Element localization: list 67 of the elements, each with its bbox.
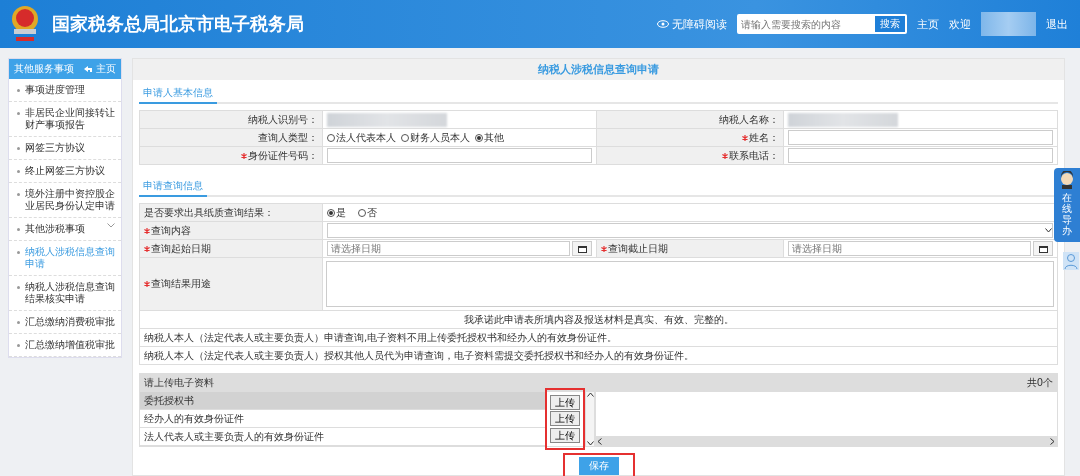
user-icon[interactable] bbox=[1063, 252, 1079, 270]
field-label: 姓名： bbox=[749, 130, 779, 145]
radio-option[interactable]: 法人代表本人 bbox=[327, 130, 396, 145]
upload-button[interactable]: 上传 bbox=[550, 411, 580, 427]
sidebar-item[interactable]: 汇总缴纳消费税审批 bbox=[9, 311, 121, 334]
page-title: 纳税人涉税信息查询申请 bbox=[133, 59, 1064, 80]
chevron-down-icon bbox=[107, 223, 115, 228]
field-label: 查询结果用途 bbox=[151, 277, 211, 291]
sidebar-item[interactable]: 终止网签三方协议 bbox=[9, 160, 121, 183]
eye-icon bbox=[657, 20, 669, 28]
radio-option[interactable]: 财务人员本人 bbox=[401, 130, 470, 145]
chevron-up-icon bbox=[586, 392, 594, 397]
field-label: 纳税人识别号： bbox=[248, 112, 318, 127]
name-field[interactable] bbox=[788, 130, 1053, 145]
note-text: 纳税人本人（法定代表人或主要负责人）授权其他人员代为申请查询，电子资料需提交委托授权书和经办人的有效身份证件。 bbox=[144, 348, 694, 363]
search-field[interactable]: 请输入需要搜索的内容 搜索 bbox=[737, 14, 907, 34]
return-arrow-icon bbox=[84, 65, 93, 73]
phone-field[interactable] bbox=[788, 148, 1053, 163]
radio-option[interactable]: 其他 bbox=[475, 130, 504, 145]
upload-row[interactable]: 委托授权书 bbox=[140, 392, 545, 410]
field-label: 查询截止日期 bbox=[608, 241, 668, 256]
field-label: 身份证件号码： bbox=[248, 148, 318, 163]
sidebar-item[interactable]: 非居民企业间接转让财产事项报告 bbox=[9, 102, 121, 137]
purpose-field[interactable] bbox=[326, 261, 1054, 307]
calendar-button[interactable] bbox=[572, 241, 592, 256]
logout-link[interactable]: 退出 bbox=[1046, 16, 1068, 32]
sidebar-title: 其他服务事项 bbox=[14, 62, 74, 76]
upload-row[interactable]: 法人代表人或主要负责人的有效身份证件 bbox=[140, 428, 545, 446]
welcome-text: 欢迎 bbox=[949, 16, 971, 32]
sidebar-item[interactable]: 网签三方协议 bbox=[9, 137, 121, 160]
upload-button[interactable]: 上传 bbox=[550, 428, 580, 444]
field-label: 是否要求出具纸质查询结果： bbox=[144, 205, 274, 220]
field-label: 查询人类型： bbox=[258, 130, 318, 145]
redacted-username bbox=[981, 12, 1036, 36]
upload-title: 请上传电子资料 bbox=[144, 376, 214, 390]
home-link[interactable]: 主页 bbox=[917, 16, 939, 32]
online-guide-tab[interactable]: 在线导办 bbox=[1054, 168, 1080, 242]
chevron-down-icon bbox=[1045, 228, 1052, 233]
site-title: 国家税务总局北京市电子税务局 bbox=[52, 12, 305, 36]
sidebar-item[interactable]: 事项进度管理 bbox=[9, 79, 121, 102]
start-date-field[interactable]: 请选择日期 bbox=[327, 241, 570, 256]
field-label: 联系电话： bbox=[729, 148, 779, 163]
field-label: 纳税人名称： bbox=[719, 112, 779, 127]
id-number-field[interactable] bbox=[327, 148, 592, 163]
file-count: 共0个 bbox=[1026, 376, 1053, 390]
calendar-icon bbox=[577, 244, 587, 253]
chevron-left-icon bbox=[597, 437, 602, 445]
upload-row[interactable]: 经办人的有效身份证件 bbox=[140, 410, 545, 428]
sidebar-item[interactable]: 汇总缴纳增值税审批 bbox=[9, 334, 121, 357]
support-agent-icon bbox=[1058, 171, 1076, 189]
sidebar-item[interactable]: 纳税人涉税信息查询结果核实申请 bbox=[9, 276, 121, 311]
statement-text: 我承诺此申请表所填内容及报送材料是真实、有效、完整的。 bbox=[463, 312, 734, 327]
search-button[interactable]: 搜索 bbox=[875, 16, 905, 32]
guide-label: 在线导办 bbox=[1062, 192, 1072, 236]
upload-button[interactable]: 上传 bbox=[550, 394, 580, 410]
sidebar-item[interactable]: 境外注册中资控股企业居民身份认定申请 bbox=[9, 183, 121, 218]
chevron-right-icon bbox=[1050, 437, 1055, 445]
calendar-icon bbox=[1038, 244, 1048, 253]
calendar-button[interactable] bbox=[1033, 241, 1053, 256]
field-label: 查询内容 bbox=[151, 223, 191, 238]
field-label: 查询起始日期 bbox=[151, 241, 211, 256]
radio-option[interactable]: 是 bbox=[327, 205, 346, 220]
end-date-field[interactable]: 请选择日期 bbox=[788, 241, 1031, 256]
sidebar-item[interactable]: 其他涉税事项 bbox=[9, 218, 121, 241]
radio-option[interactable]: 否 bbox=[358, 205, 377, 220]
note-text: 纳税人本人（法定代表人或主要负责人）申请查询,电子资料不用上传委托授权书和经办人的有效身份证件。 bbox=[144, 330, 618, 345]
chevron-down-icon bbox=[586, 441, 594, 446]
